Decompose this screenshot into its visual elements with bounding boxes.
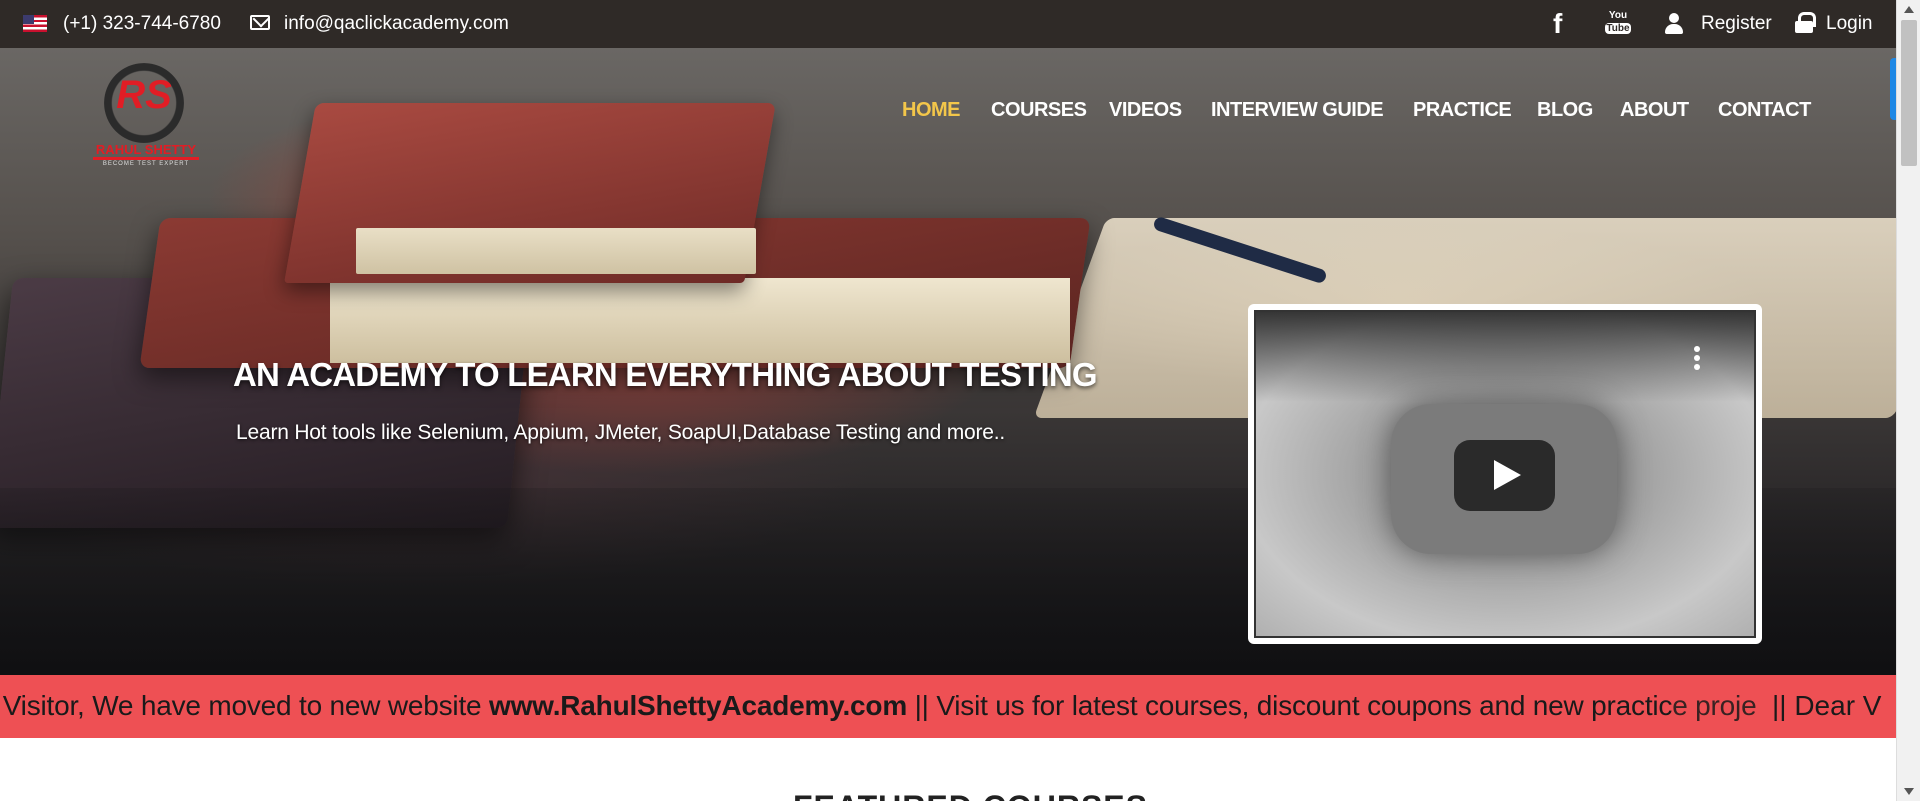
nav-contact[interactable]: CONTACT — [1718, 99, 1811, 122]
us-flag-icon — [23, 15, 47, 32]
video-embed[interactable] — [1248, 304, 1762, 644]
featured-courses-heading: FEATURED COURSES — [793, 789, 1148, 801]
youtube-icon[interactable]: You Tube — [1605, 10, 1631, 38]
register-link[interactable]: Register — [1701, 13, 1772, 35]
marquee-repeat: || Dear V — [1772, 690, 1882, 721]
page-scrollbar[interactable] — [1896, 0, 1920, 801]
nav-about[interactable]: ABOUT — [1620, 99, 1689, 122]
user-icon[interactable] — [1664, 13, 1684, 35]
envelope-icon — [250, 15, 270, 30]
facebook-icon[interactable]: f — [1553, 8, 1562, 40]
marquee-overlap: e proje — [1672, 690, 1757, 721]
nav-videos[interactable]: VIDEOS — [1109, 99, 1182, 122]
nav-blog[interactable]: BLOG — [1537, 99, 1593, 122]
email-address[interactable]: info@qaclickacademy.com — [284, 13, 509, 35]
lock-icon[interactable] — [1795, 12, 1816, 34]
scroll-thumb[interactable] — [1901, 20, 1917, 166]
nav-courses[interactable]: COURSES — [991, 99, 1087, 122]
logo-tagline: BECOME TEST EXPERT — [102, 161, 190, 167]
book-pages-image — [356, 228, 756, 274]
hero-title: AN ACADEMY TO LEARN EVERYTHING ABOUT TES… — [233, 356, 1098, 393]
more-options-icon[interactable] — [1694, 346, 1700, 372]
scroll-up-icon[interactable] — [1904, 6, 1914, 13]
marquee-text: r Visitor, We have moved to new website … — [0, 690, 1757, 722]
announcement-marquee: r Visitor, We have moved to new website … — [0, 675, 1896, 738]
hero-subtitle: Learn Hot tools like Selenium, Appium, J… — [236, 421, 1006, 444]
phone-number: (+1) 323-744-6780 — [63, 13, 221, 34]
logo-initials: RS — [116, 73, 172, 117]
site-logo[interactable]: RS RAHUL SHETTY BECOME TEST EXPERT — [93, 63, 199, 173]
play-icon[interactable] — [1454, 440, 1555, 511]
logo-name: RAHUL SHETTY — [93, 142, 199, 160]
nav-interview-guide[interactable]: INTERVIEW GUIDE — [1211, 99, 1384, 122]
video-thumbnail[interactable] — [1254, 310, 1756, 638]
marquee-link[interactable]: www.RahulShettyAcademy.com — [489, 690, 907, 721]
top-contact-bar: (+1) 323-744-6780 info@qaclickacademy.co… — [0, 0, 1896, 48]
scroll-down-icon[interactable] — [1904, 788, 1914, 795]
marquee-suffix: || Visit us for latest courses, discount… — [907, 690, 1673, 721]
nav-home[interactable]: HOME — [902, 99, 961, 122]
nav-practice[interactable]: PRACTICE — [1413, 99, 1512, 122]
login-link[interactable]: Login — [1826, 13, 1873, 35]
book-pages-image — [330, 278, 1070, 363]
marquee-prefix: r Visitor, We have moved to new website — [0, 690, 489, 721]
